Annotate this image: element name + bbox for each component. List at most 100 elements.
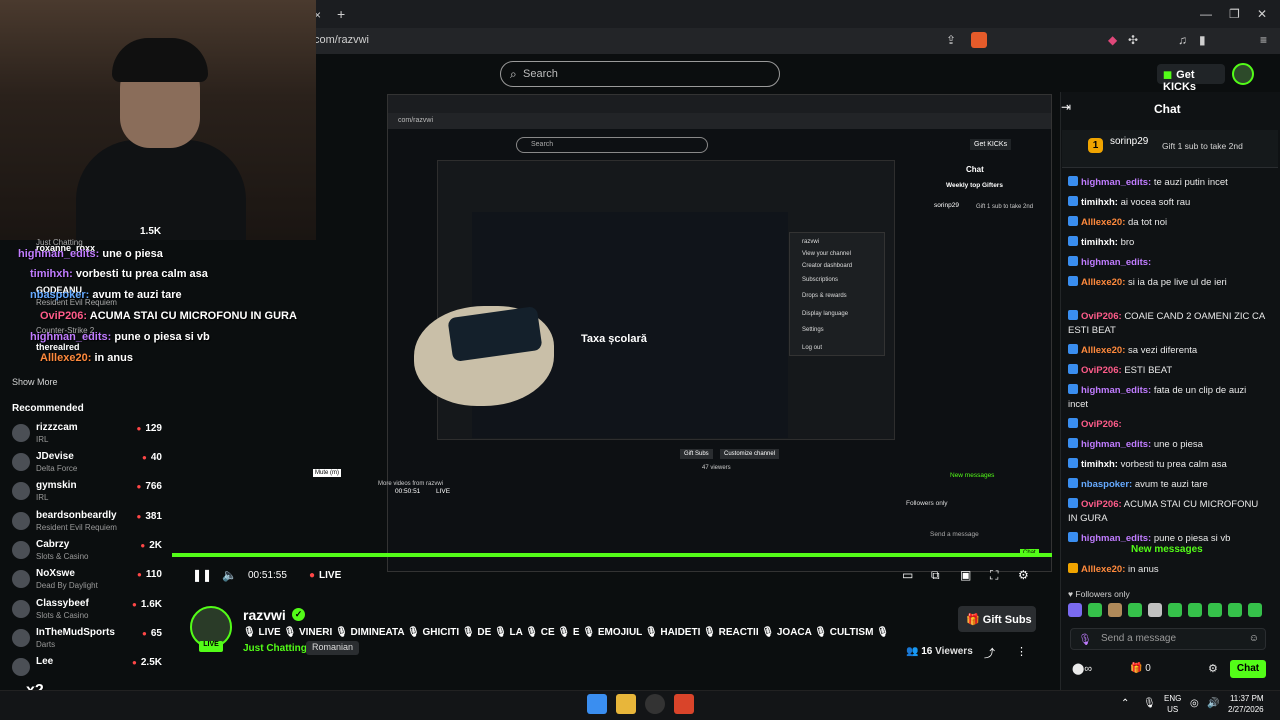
chat-user[interactable]: Alllexe20:: [1081, 277, 1125, 288]
emote-icon[interactable]: [1128, 603, 1142, 617]
nested-gift-subs: Gift Subs: [680, 449, 713, 459]
windows-start-icon[interactable]: [587, 694, 607, 714]
channel-points-icon[interactable]: ⬤∞: [1072, 662, 1092, 675]
chat-user[interactable]: OviP206:: [1081, 499, 1122, 510]
chat-user[interactable]: OviP206:: [1081, 419, 1122, 430]
chat-user[interactable]: Alllexe20:: [1081, 564, 1125, 575]
clip-icon[interactable]: ⧉: [931, 568, 940, 583]
nested-time: 00:50:51: [395, 488, 421, 495]
new-tab-icon[interactable]: +: [337, 6, 345, 22]
chat-message-input[interactable]: 🎙 Send a message ☺: [1070, 628, 1266, 650]
pause-icon[interactable]: ❚❚: [192, 568, 212, 582]
collapse-chat-icon[interactable]: ⇥: [1061, 100, 1071, 114]
share-icon[interactable]: ⇪: [946, 33, 956, 47]
emote-icon[interactable]: [1208, 603, 1222, 617]
recommended-item[interactable]: NoXswe Dead By Daylight 110: [12, 568, 162, 594]
emoji-icon[interactable]: ☺: [1249, 633, 1259, 644]
brave-browser-icon[interactable]: [674, 694, 694, 714]
chat-settings-icon[interactable]: ⚙: [1208, 662, 1218, 675]
menu-icon[interactable]: ≡: [1260, 33, 1267, 47]
music-icon[interactable]: ♫: [1178, 33, 1187, 47]
close-window-icon[interactable]: ✕: [1257, 7, 1267, 21]
theater-icon[interactable]: ▭: [902, 568, 913, 582]
tray-mic-icon[interactable]: 🎙: [1143, 698, 1156, 709]
gift-subs-button[interactable]: 🎁 Gift Subs: [958, 606, 1036, 632]
channel-name[interactable]: razvwi: [243, 607, 286, 623]
chat-user[interactable]: OviP206:: [1081, 311, 1122, 322]
emote-icon[interactable]: [1168, 603, 1182, 617]
overlay-text: une o piesa: [102, 248, 163, 260]
minimize-icon[interactable]: —: [1200, 7, 1212, 21]
recommended-title: Recommended: [12, 403, 84, 414]
volume-icon[interactable]: 🔈: [222, 568, 237, 582]
chat-user[interactable]: timihxh:: [1081, 459, 1118, 470]
webcam-person-cap: [112, 38, 208, 82]
overlay-user: Alllexe20:: [40, 352, 92, 364]
emote-bar[interactable]: [1068, 603, 1264, 618]
address-text[interactable]: com/razvwi: [314, 34, 369, 46]
network-icon[interactable]: ◎: [1190, 698, 1199, 709]
channel-category: Dead By Daylight: [36, 581, 98, 590]
maximize-icon[interactable]: ❐: [1229, 7, 1240, 21]
more-options-icon[interactable]: ⋮: [1016, 645, 1027, 658]
player-progress-bar[interactable]: [172, 553, 1052, 557]
tray-chevron-icon[interactable]: ⌃: [1121, 698, 1129, 709]
speaker-icon[interactable]: 🔊: [1207, 698, 1219, 709]
brave-shield-icon[interactable]: [971, 32, 987, 48]
language-tag[interactable]: Romanian: [306, 641, 360, 655]
chat-user[interactable]: highman_edits:: [1081, 533, 1151, 544]
nested-more-videos: More videos from razvwi: [378, 481, 444, 487]
settings-icon[interactable]: ⚙: [1018, 568, 1029, 582]
emote-icon[interactable]: [1088, 603, 1102, 617]
emote-icon[interactable]: [1068, 603, 1082, 617]
get-kicks-button[interactable]: ◼ Get KICKs: [1157, 64, 1225, 93]
emote-icon[interactable]: [1228, 603, 1242, 617]
recommended-item[interactable]: Classybeef Slots & Casino 1.6K: [12, 598, 162, 624]
file-explorer-icon[interactable]: [616, 694, 636, 714]
fullscreen-icon[interactable]: ⛶: [990, 568, 998, 583]
chat-send-button[interactable]: Chat: [1230, 660, 1266, 678]
app-icon[interactable]: [645, 694, 665, 714]
recommended-item[interactable]: Cabrzy Slots & Casino 2K: [12, 539, 162, 565]
emote-icon[interactable]: [1188, 603, 1202, 617]
gift-icon: 🎁: [966, 614, 980, 626]
nested-customize: Customize channel: [720, 449, 780, 459]
avatar: [12, 453, 30, 471]
chat-message: highman_edits: te auzi putin incet: [1068, 176, 1268, 190]
recommended-item[interactable]: beardsonbeardly Resident Evil Requiem 381: [12, 510, 162, 536]
recommended-item[interactable]: gymskin IRL 766: [12, 480, 162, 506]
language-indicator[interactable]: ENG US: [1164, 693, 1181, 715]
recommended-item[interactable]: Lee 2.5K: [12, 656, 162, 682]
chat-user[interactable]: highman_edits:: [1081, 439, 1151, 450]
overlay-text: vorbesti tu prea calm asa: [75, 268, 208, 280]
recommended-item[interactable]: InTheMudSports Darts 65: [12, 627, 162, 653]
chat-user[interactable]: OviP206:: [1081, 365, 1122, 376]
emote-icon[interactable]: [1108, 603, 1122, 617]
puzzle-icon[interactable]: ✣: [1128, 33, 1138, 47]
user-avatar[interactable]: [1232, 63, 1254, 85]
share-icon[interactable]: ⤴: [984, 645, 995, 661]
chat-user[interactable]: highman_edits:: [1081, 177, 1151, 188]
stream-category[interactable]: Just Chatting: [243, 643, 307, 654]
chat-user[interactable]: timihxh:: [1081, 237, 1118, 248]
recommended-item[interactable]: JDevise Delta Force 40: [12, 451, 162, 477]
chat-user[interactable]: Alllexe20:: [1081, 345, 1125, 356]
chat-user[interactable]: highman_edits:: [1081, 385, 1151, 396]
emote-icon[interactable]: [1148, 603, 1162, 617]
chat-user[interactable]: Alllexe20:: [1081, 217, 1125, 228]
dropdown-item: Display language: [802, 311, 849, 317]
system-clock[interactable]: 11:37 PM 2/27/2026: [1228, 693, 1264, 715]
new-messages-divider[interactable]: New messages: [1131, 544, 1203, 555]
extension-icon[interactable]: ◆: [1108, 33, 1117, 47]
pip-icon[interactable]: ▣: [960, 568, 971, 582]
microphone-icon[interactable]: 🎙: [1078, 633, 1092, 646]
sidebar-toggle-icon[interactable]: ▮: [1199, 33, 1206, 47]
emote-icon[interactable]: [1248, 603, 1262, 617]
chat-user[interactable]: timihxh:: [1081, 197, 1118, 208]
show-more-link[interactable]: Show More: [12, 377, 58, 387]
search-input[interactable]: ⌕ Search: [500, 61, 780, 87]
avatar: [12, 482, 30, 500]
chat-user[interactable]: highman_edits:: [1081, 257, 1151, 268]
recommended-item[interactable]: rizzzcam IRL 129: [12, 422, 162, 448]
chat-user[interactable]: nbaspoker:: [1081, 479, 1132, 490]
